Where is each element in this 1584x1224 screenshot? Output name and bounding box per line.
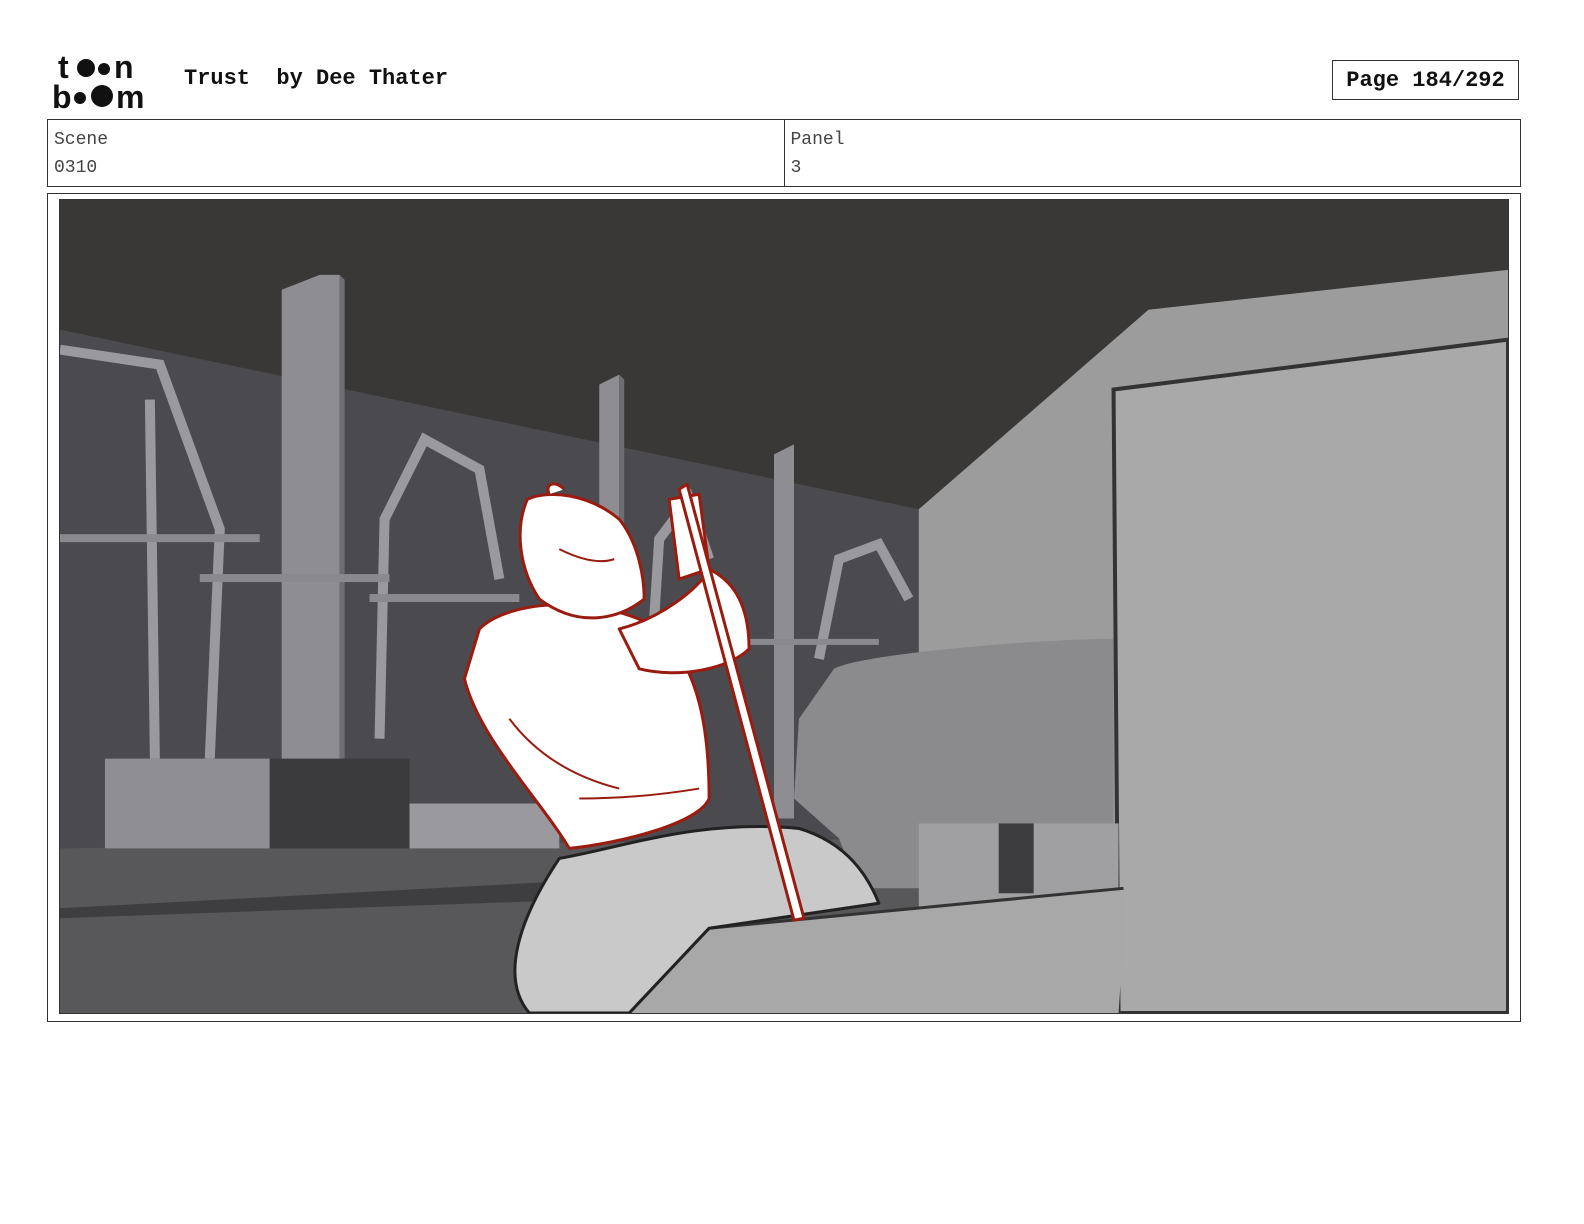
toon-boom-logo: t n b m — [50, 49, 164, 115]
page-counter: Page 184/292 — [1332, 60, 1519, 100]
panel-value: 3 — [790, 158, 802, 178]
scene-cell: Scene 0310 — [48, 120, 784, 186]
scene-value: 0310 — [54, 158, 98, 178]
scene-label: Scene — [54, 130, 109, 150]
scene-panel-info: Scene 0310 Panel 3 — [47, 119, 1521, 187]
panel-scene-illustration — [60, 200, 1508, 1013]
panel-label: Panel — [790, 130, 845, 150]
svg-text:m: m — [116, 79, 144, 112]
storyboard-panel-image — [59, 199, 1509, 1014]
panel-cell: Panel 3 — [783, 120, 1521, 186]
document-title: Trust by Dee Thater — [184, 66, 449, 91]
svg-text:b: b — [52, 79, 72, 112]
page-counter-label: Page 184/292 — [1346, 67, 1505, 93]
